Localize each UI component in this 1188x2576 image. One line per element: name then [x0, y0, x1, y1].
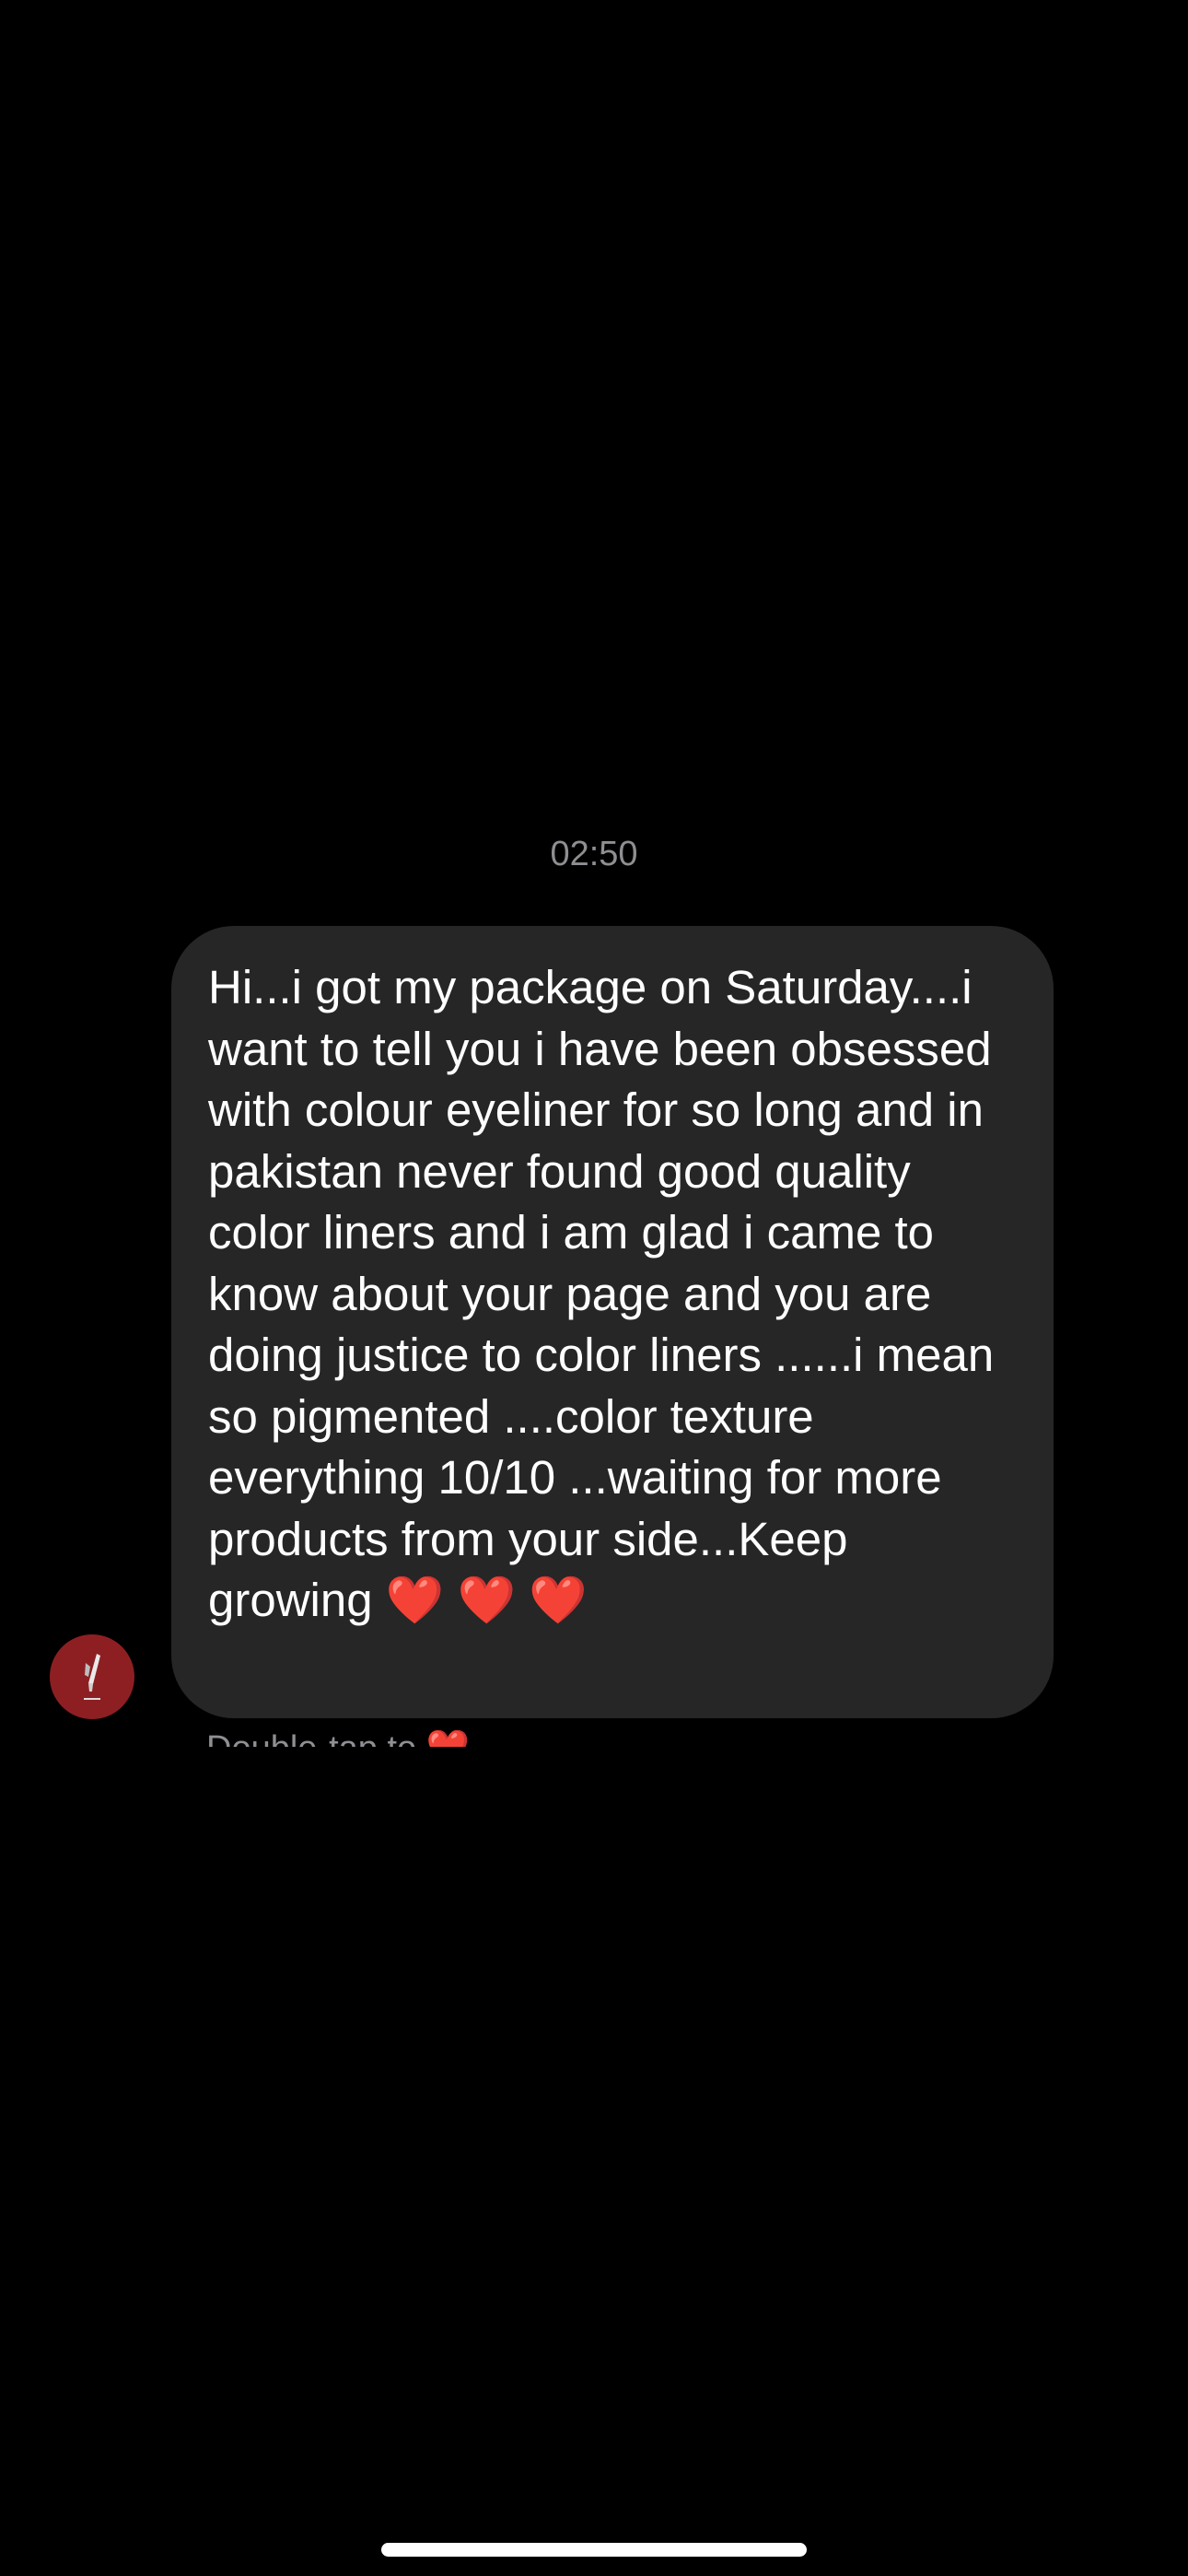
received-message-bubble[interactable]: Hi...i got my package on Saturday....i w… — [171, 926, 1054, 1718]
sender-avatar[interactable] — [50, 1634, 134, 1719]
timestamp: 02:50 — [550, 835, 638, 873]
double-tap-hint: Double-tap to ❤️ — [206, 1727, 667, 1747]
home-indicator[interactable] — [381, 2543, 807, 2557]
brush-logo-icon — [84, 1654, 100, 1700]
message-text: Hi...i got my package on Saturday....i w… — [208, 961, 1007, 1626]
